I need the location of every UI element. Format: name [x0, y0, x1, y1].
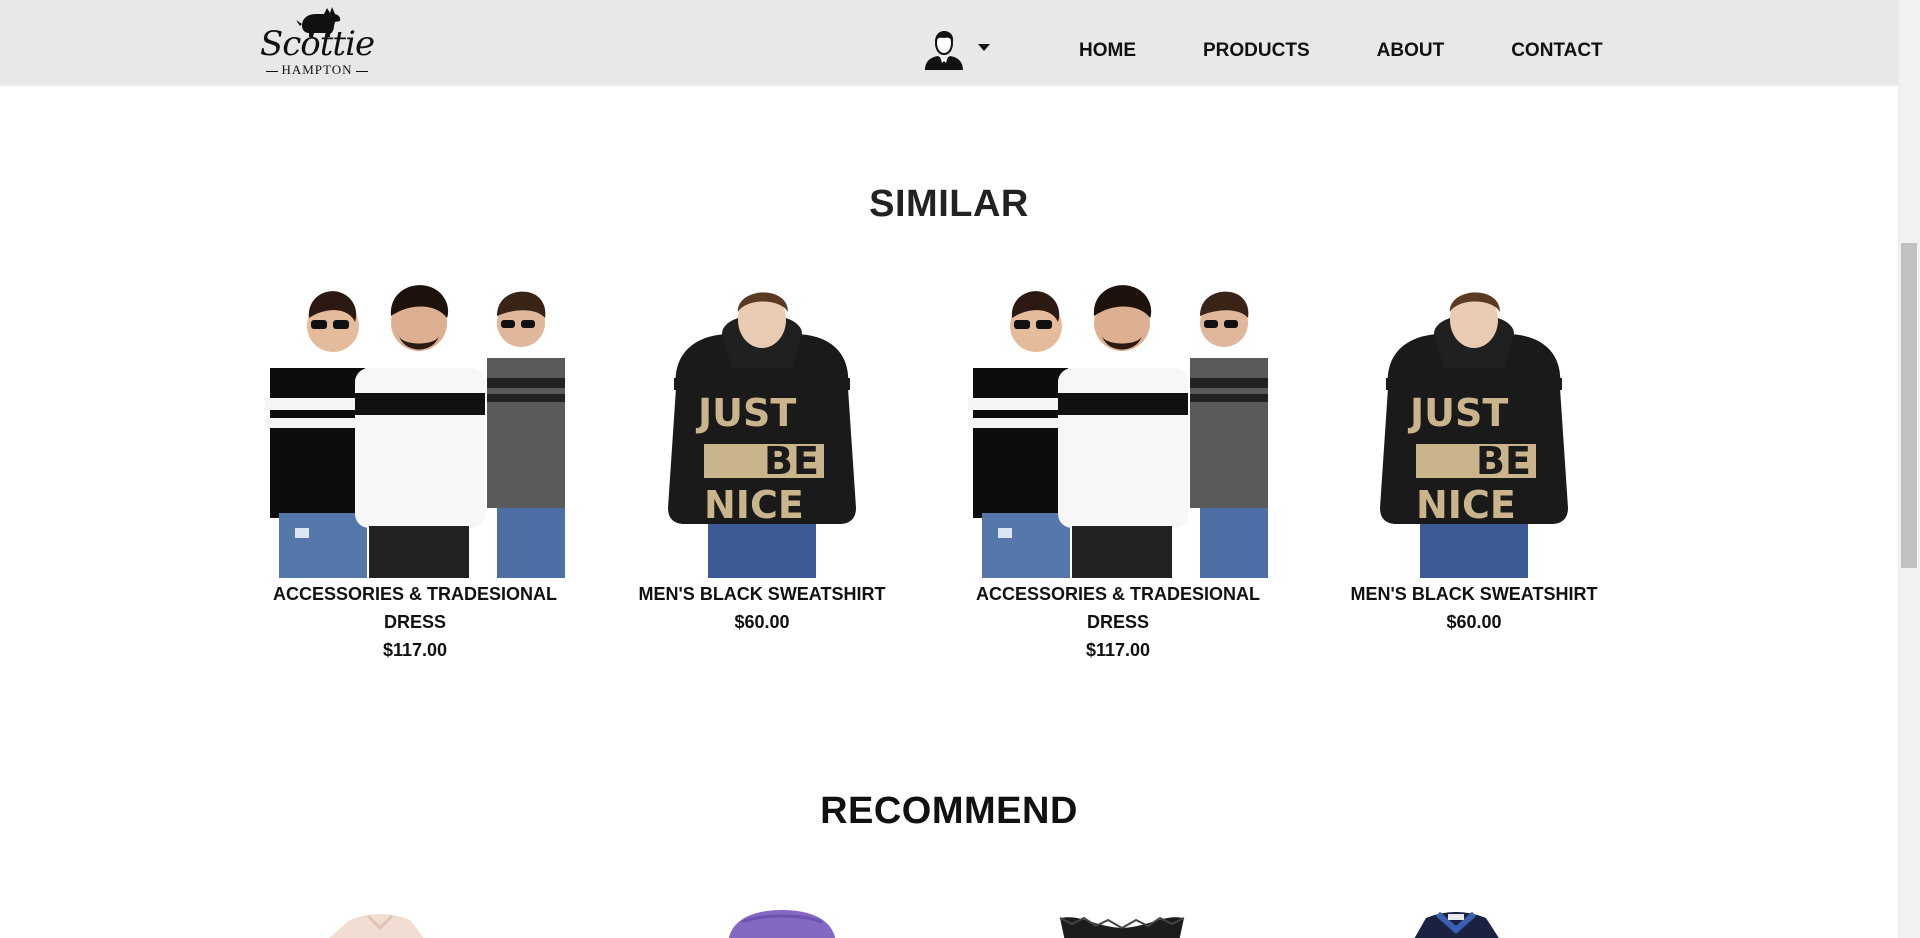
nav-contact[interactable]: CONTACT: [1511, 38, 1602, 64]
caret-down-icon: [978, 43, 990, 51]
nav-home[interactable]: HOME: [1079, 38, 1136, 64]
vertical-scrollbar[interactable]: [1898, 0, 1920, 938]
similar-title: SIMILAR: [869, 183, 1029, 225]
recommend-item-thumb[interactable]: [1052, 906, 1192, 938]
hoodie-print-nice: NICE: [704, 483, 804, 527]
user-avatar-icon: [925, 31, 963, 70]
brand-name: Scottie: [259, 24, 375, 64]
just-be-nice-hoodie-image: JUST BE NICE: [1380, 292, 1568, 578]
hoodie-print-nice: NICE: [1416, 483, 1516, 527]
product-card[interactable]: JUST BE NICE MEN'S BLACK SWEATSHIRT $60.…: [1324, 268, 1624, 636]
product-name[interactable]: ACCESSORIES & TRADESIONAL DRESS: [968, 580, 1268, 636]
product-price: $60.00: [734, 612, 790, 632]
recommend-title: RECOMMEND: [820, 790, 1078, 832]
product-image[interactable]: JUST BE NICE: [612, 268, 912, 578]
product-card[interactable]: ACCESSORIES & TRADESIONAL DRESS $117.00: [968, 268, 1268, 664]
scrollbar-thumb[interactable]: [1901, 243, 1917, 568]
nav-products[interactable]: PRODUCTS: [1203, 38, 1310, 64]
three-men-tshirts-image: [968, 285, 1268, 578]
navy-polo-image: [1414, 911, 1499, 938]
product-price: $117.00: [1085, 640, 1151, 660]
recommend-item-thumb[interactable]: [1386, 906, 1526, 938]
hoodie-print-be: BE: [764, 439, 819, 483]
just-be-nice-hoodie-image: JUST BE NICE: [668, 292, 856, 578]
product-image[interactable]: JUST BE NICE: [1324, 268, 1624, 578]
hoodie-print-just: JUST: [695, 391, 796, 435]
main-nav: HOME PRODUCTS ABOUT CONTACT: [1079, 38, 1603, 64]
product-price: $117.00: [382, 640, 448, 660]
product-name[interactable]: ACCESSORIES & TRADESIONAL DRESS: [265, 580, 565, 636]
product-image[interactable]: [968, 268, 1268, 578]
nav-about[interactable]: ABOUT: [1377, 38, 1445, 64]
product-card[interactable]: JUST BE NICE MEN'S BLACK SWEATSHIRT $60.…: [612, 268, 912, 636]
pink-shirt-image: [329, 914, 424, 938]
site-header: Scottie HAMPTON HOME PRODUCTS ABOUT CONT…: [0, 0, 1898, 85]
product-name[interactable]: MEN'S BLACK SWEATSHIRT: [612, 580, 912, 608]
recommend-item-thumb[interactable]: [712, 906, 852, 938]
product-price: $60.00: [1446, 612, 1502, 632]
brand-logo[interactable]: Scottie HAMPTON: [254, 4, 380, 80]
black-lace-top-image: [1059, 916, 1185, 938]
three-men-tshirts-image: [265, 285, 565, 578]
user-menu-toggle[interactable]: [924, 30, 990, 70]
product-card[interactable]: ACCESSORIES & TRADESIONAL DRESS $117.00: [265, 268, 565, 664]
page: Scottie HAMPTON HOME PRODUCTS ABOUT CONT…: [0, 0, 1920, 938]
purple-cap-image: [728, 910, 836, 938]
hoodie-print-be: BE: [1476, 439, 1531, 483]
hoodie-print-just: JUST: [1407, 391, 1508, 435]
product-name[interactable]: MEN'S BLACK SWEATSHIRT: [1324, 580, 1624, 608]
product-image[interactable]: [265, 268, 565, 578]
brand-subtitle: HAMPTON: [254, 62, 380, 78]
recommend-item-thumb[interactable]: [310, 906, 450, 938]
